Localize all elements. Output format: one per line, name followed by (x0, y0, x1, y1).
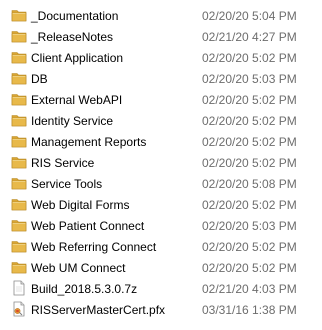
folder-icon (11, 91, 27, 107)
file-modified-date: 02/20/20 5:02 PM (202, 93, 297, 107)
file-name: Web Referring Connect (31, 240, 157, 254)
file-name: _Documentation (31, 9, 119, 23)
file-name: Web Patient Connect (31, 219, 145, 233)
folder-icon (11, 49, 27, 65)
file-modified-date: 02/20/20 5:02 PM (202, 261, 297, 275)
file-modified-date: 02/20/20 5:08 PM (202, 177, 297, 191)
file-modified-date: 02/20/20 5:02 PM (202, 198, 297, 212)
file-list-item[interactable]: _Documentation 02/20/20 5:04 PM (0, 5, 322, 26)
file-list-item[interactable]: Web Digital Forms 02/20/20 5:02 PM (0, 194, 322, 215)
file-name: Build_2018.5.3.0.7z (31, 282, 138, 296)
folder-icon (11, 133, 27, 149)
file-list-item[interactable]: Client Application 02/20/20 5:02 PM (0, 47, 322, 68)
folder-icon (11, 238, 27, 254)
folder-icon (11, 217, 27, 233)
folder-icon (11, 70, 27, 86)
file-list-item[interactable]: RISServerMasterCert.pfx 03/31/16 1:38 PM (0, 299, 322, 320)
folder-icon (11, 112, 27, 128)
file-list-item[interactable]: DB 02/20/20 5:03 PM (0, 68, 322, 89)
folder-icon (11, 7, 27, 23)
file-list-item[interactable]: Management Reports 02/20/20 5:02 PM (0, 131, 322, 152)
file-name: External WebAPI (31, 93, 123, 107)
file-list-item[interactable]: External WebAPI 02/20/20 5:02 PM (0, 89, 322, 110)
file-list-item[interactable]: RIS Service 02/20/20 5:02 PM (0, 152, 322, 173)
certificate-file-icon (11, 301, 27, 317)
file-list-item[interactable]: Identity Service 02/20/20 5:02 PM (0, 110, 322, 131)
file-name: Service Tools (31, 177, 103, 191)
folder-icon (11, 154, 27, 170)
file-modified-date: 02/21/20 4:27 PM (202, 30, 297, 44)
file-name: Web Digital Forms (31, 198, 130, 212)
file-list-item[interactable]: _ReleaseNotes 02/21/20 4:27 PM (0, 26, 322, 47)
file-modified-date: 02/20/20 5:02 PM (202, 156, 297, 170)
file-name: Client Application (31, 51, 124, 65)
file-modified-date: 02/20/20 5:04 PM (202, 9, 297, 23)
file-list-item[interactable]: Web Referring Connect 02/20/20 5:02 PM (0, 236, 322, 257)
file-list-item[interactable]: Web UM Connect 02/20/20 5:02 PM (0, 257, 322, 278)
file-modified-date: 02/20/20 5:02 PM (202, 51, 297, 65)
file-name: DB (31, 72, 48, 86)
file-name: Management Reports (31, 135, 147, 149)
file-modified-date: 02/20/20 5:02 PM (202, 135, 297, 149)
folder-icon (11, 28, 27, 44)
file-list-item[interactable]: Build_2018.5.3.0.7z 02/21/20 4:03 PM (0, 278, 322, 299)
file-name: _ReleaseNotes (31, 30, 114, 44)
folder-icon (11, 196, 27, 212)
file-modified-date: 02/20/20 5:03 PM (202, 219, 297, 233)
archive-file-icon (11, 280, 27, 296)
file-list: _Documentation 02/20/20 5:04 PM _ReleaseNo… (0, 5, 322, 320)
folder-icon (11, 175, 27, 191)
file-name: RISServerMasterCert.pfx (31, 303, 166, 317)
file-modified-date: 02/20/20 5:03 PM (202, 72, 297, 86)
file-name: Web UM Connect (31, 261, 126, 275)
file-modified-date: 03/31/16 1:38 PM (202, 303, 297, 317)
file-modified-date: 02/20/20 5:02 PM (202, 114, 297, 128)
folder-icon (11, 259, 27, 275)
file-list-item[interactable]: Service Tools 02/20/20 5:08 PM (0, 173, 322, 194)
file-list-item[interactable]: Web Patient Connect 02/20/20 5:03 PM (0, 215, 322, 236)
file-modified-date: 02/21/20 4:03 PM (202, 282, 297, 296)
file-name: Identity Service (31, 114, 114, 128)
file-name: RIS Service (31, 156, 95, 170)
file-modified-date: 02/20/20 5:02 PM (202, 240, 297, 254)
